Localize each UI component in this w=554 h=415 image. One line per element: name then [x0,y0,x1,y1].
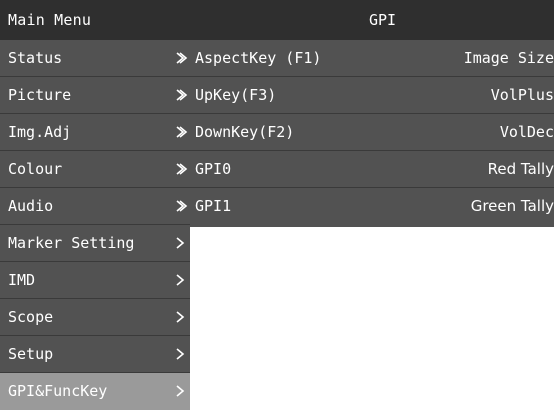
menu-item-colour[interactable]: Colour [0,151,190,188]
menu-item-label: Colour [8,160,63,178]
chevron-right-icon [179,52,188,64]
chevron-right-icon [179,126,188,138]
setting-row-upkey[interactable]: UpKey(F3) VolPlus [179,77,554,114]
chevron-right-icon [179,89,188,101]
setting-row-downkey[interactable]: DownKey(F2) VolDec [179,114,554,151]
menu-item-label: Picture [8,86,72,104]
menu-item-label: Status [8,49,63,67]
menu-item-label: Setup [8,345,54,363]
menu-item-audio[interactable]: Audio [0,188,190,225]
setting-value[interactable]: Red Tally [488,151,554,187]
main-menu-list: Status Picture Img.Adj Colour Audio Mark… [0,40,190,410]
setting-label: DownKey(F2) [195,123,295,141]
chevron-right-icon [176,274,185,286]
menu-item-label: IMD [8,271,36,289]
menu-item-scope[interactable]: Scope [0,299,190,336]
menu-item-label: Marker Setting [8,234,135,252]
menu-item-marker-setting[interactable]: Marker Setting [0,225,190,262]
menu-item-label: Scope [8,308,54,326]
chevron-right-icon [179,200,188,212]
chevron-right-icon [179,163,188,175]
setting-label: AspectKey (F1) [195,49,322,67]
setting-row-gpi0[interactable]: GPI0 Red Tally [179,151,554,188]
menu-title: Main Menu [8,11,92,29]
menu-item-status[interactable]: Status [0,40,190,77]
setting-label: UpKey(F3) [195,86,277,104]
menu-header: Main Menu GPI [0,0,554,40]
chevron-right-icon [176,348,185,360]
chevron-right-icon [176,385,185,397]
menu-item-label: Audio [8,197,54,215]
menu-item-setup[interactable]: Setup [0,336,190,373]
setting-value[interactable]: Green Tally [471,188,554,224]
osd-menu: Main Menu GPI Status Picture Img.Adj Col… [0,0,554,415]
setting-row-aspectkey[interactable]: AspectKey (F1) Image Size [179,40,554,77]
menu-item-label: GPI&FuncKey [8,382,108,400]
setting-label: GPI0 [195,160,232,178]
setting-label: GPI1 [195,197,232,215]
chevron-right-icon [176,311,185,323]
setting-value[interactable]: VolPlus [491,77,554,113]
chevron-right-icon [176,237,185,249]
menu-item-picture[interactable]: Picture [0,77,190,114]
menu-item-label: Img.Adj [8,123,72,141]
menu-item-img-adj[interactable]: Img.Adj [0,114,190,151]
menu-item-imd[interactable]: IMD [0,262,190,299]
section-title: GPI [369,11,397,29]
gpi-settings-panel: AspectKey (F1) Image Size UpKey(F3) VolP… [179,40,554,227]
menu-item-gpi-funckey[interactable]: GPI&FuncKey [0,373,190,410]
setting-value[interactable]: VolDec [500,114,554,150]
setting-value[interactable]: Image Size [464,40,554,76]
setting-row-gpi1[interactable]: GPI1 Green Tally [179,188,554,225]
